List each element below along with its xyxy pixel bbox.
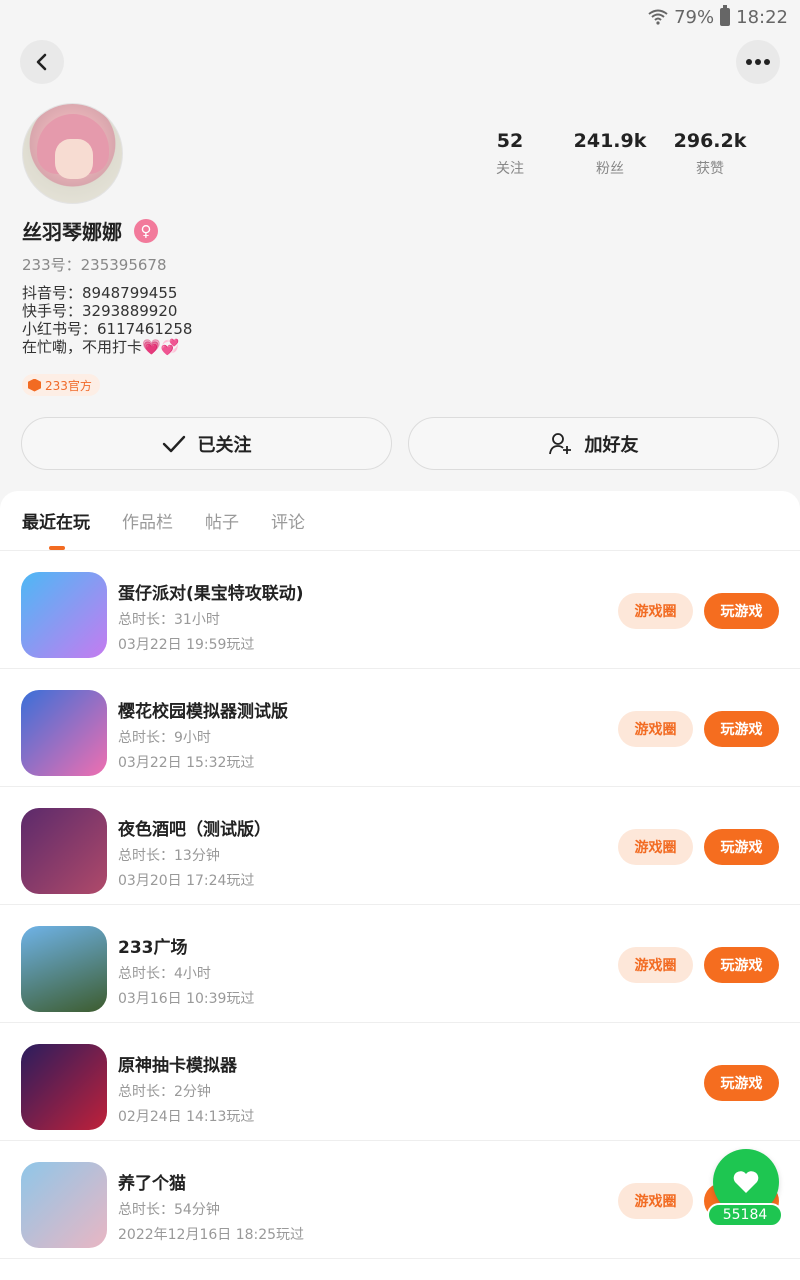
stat-followers[interactable]: 241.9k 粉丝 xyxy=(560,130,660,178)
play-game-button[interactable]: 玩游戏 xyxy=(704,1065,779,1101)
bio-line: 抖音号：8948799455 xyxy=(22,284,178,302)
stat-likes[interactable]: 296.2k 获赞 xyxy=(660,130,760,178)
game-last-played: 03月22日 15:32玩过 xyxy=(118,755,255,771)
tab-recent-played[interactable]: 最近在玩 xyxy=(22,508,90,533)
game-duration: 总时长：4小时 xyxy=(118,966,211,982)
bio-line: 在忙嘞，不用打卡💗💞 xyxy=(22,338,180,356)
game-icon[interactable] xyxy=(21,690,107,776)
game-row[interactable]: 养了个猫 总时长：54分钟 2022年12月16日 18:25玩过 游戏圈 玩游… xyxy=(0,1141,800,1259)
game-duration: 总时长：13分钟 xyxy=(118,848,220,864)
followed-label: 已关注 xyxy=(197,434,252,456)
game-circle-button[interactable]: 游戏圈 xyxy=(618,947,693,983)
game-icon[interactable] xyxy=(21,1162,107,1248)
game-name: 蛋仔派对(果宝特攻联动) xyxy=(118,584,304,604)
play-game-button[interactable]: 玩游戏 xyxy=(704,593,779,629)
game-icon[interactable] xyxy=(21,926,107,1012)
official-hex-icon xyxy=(28,378,41,392)
game-row[interactable]: 樱花校园模拟器测试版 总时长：9小时 03月22日 15:32玩过 游戏圈 玩游… xyxy=(0,669,800,787)
game-icon[interactable] xyxy=(21,1044,107,1130)
game-last-played: 02月24日 14:13玩过 xyxy=(118,1109,255,1125)
game-icon[interactable] xyxy=(21,808,107,894)
game-name: 233广场 xyxy=(118,938,188,958)
content-panel: 最近在玩 作品栏 帖子 评论 蛋仔派对(果宝特攻联动) 总时长：31小时 03月… xyxy=(0,491,800,1280)
avatar[interactable] xyxy=(22,103,123,204)
game-name: 夜色酒吧（测试版） xyxy=(118,820,271,840)
official-badge[interactable]: 233官方 xyxy=(22,374,100,396)
tab-indicator xyxy=(49,546,65,550)
game-circle-button[interactable]: 游戏圈 xyxy=(618,593,693,629)
status-bar: 79% 18:22 xyxy=(0,0,800,34)
chevron-left-icon xyxy=(36,53,47,71)
game-circle-button[interactable]: 游戏圈 xyxy=(618,1183,693,1219)
game-duration: 总时长：2分钟 xyxy=(118,1084,211,1100)
battery-percent: 79% xyxy=(674,6,715,28)
heart-icon xyxy=(733,1171,759,1193)
game-row[interactable]: 原神抽卡模拟器 总时长：2分钟 02月24日 14:13玩过 玩游戏 xyxy=(0,1023,800,1141)
tab-works[interactable]: 作品栏 xyxy=(122,508,173,533)
play-game-button[interactable]: 玩游戏 xyxy=(704,829,779,865)
more-button[interactable] xyxy=(736,40,780,84)
game-duration: 总时长：54分钟 xyxy=(118,1202,220,1218)
game-last-played: 03月16日 10:39玩过 xyxy=(118,991,255,1007)
floating-like-count: 55184 xyxy=(707,1203,783,1227)
game-row[interactable]: 233广场 总时长：4小时 03月16日 10:39玩过 游戏圈 玩游戏 xyxy=(0,905,800,1023)
stat-number: 296.2k xyxy=(673,130,747,152)
game-row[interactable]: 夜色酒吧（测试版） 总时长：13分钟 03月20日 17:24玩过 游戏圈 玩游… xyxy=(0,787,800,905)
add-user-icon xyxy=(548,432,571,454)
add-friend-button[interactable]: 加好友 xyxy=(408,417,779,470)
add-friend-label: 加好友 xyxy=(584,434,639,456)
official-badge-label: 233官方 xyxy=(45,378,92,393)
stat-label: 关注 xyxy=(496,161,524,177)
game-row[interactable]: 蛋仔派对(果宝特攻联动) 总时长：31小时 03月22日 19:59玩过 游戏圈… xyxy=(0,551,800,669)
game-circle-button[interactable]: 游戏圈 xyxy=(618,829,693,865)
back-button[interactable] xyxy=(20,40,64,84)
wifi-icon xyxy=(648,9,668,25)
bio-line: 小红书号：6117461258 xyxy=(22,320,193,338)
game-last-played: 03月22日 19:59玩过 xyxy=(118,637,255,653)
game-name: 原神抽卡模拟器 xyxy=(118,1056,237,1076)
more-dots-icon xyxy=(746,59,770,65)
stat-label: 粉丝 xyxy=(596,161,624,177)
stat-number: 241.9k xyxy=(573,130,647,152)
tab-posts[interactable]: 帖子 xyxy=(205,508,239,533)
stat-number: 52 xyxy=(496,130,524,152)
game-name: 养了个猫 xyxy=(118,1174,186,1194)
followed-button[interactable]: 已关注 xyxy=(21,417,392,470)
clock: 18:22 xyxy=(736,6,788,28)
game-circle-button[interactable]: 游戏圈 xyxy=(618,711,693,747)
nickname-row: 丝羽琴娜娜 ♀ xyxy=(22,216,158,245)
game-duration: 总时长：31小时 xyxy=(118,612,220,628)
game-icon[interactable] xyxy=(21,572,107,658)
battery-icon xyxy=(720,5,731,26)
user-id: 233号：235395678 xyxy=(22,256,167,274)
play-game-button[interactable]: 玩游戏 xyxy=(704,947,779,983)
stat-following[interactable]: 52 关注 xyxy=(460,130,560,178)
female-icon: ♀ xyxy=(134,218,158,243)
tab-bar: 最近在玩 作品栏 帖子 评论 xyxy=(0,491,800,551)
tab-comments[interactable]: 评论 xyxy=(271,508,305,533)
check-icon xyxy=(162,435,185,452)
game-name: 樱花校园模拟器测试版 xyxy=(118,702,288,722)
game-duration: 总时长：9小时 xyxy=(118,730,211,746)
stat-label: 获赞 xyxy=(696,161,724,177)
game-last-played: 2022年12月16日 18:25玩过 xyxy=(118,1227,305,1243)
game-last-played: 03月20日 17:24玩过 xyxy=(118,873,255,889)
nickname: 丝羽琴娜娜 xyxy=(22,220,122,244)
play-game-button[interactable]: 玩游戏 xyxy=(704,711,779,747)
bio: 抖音号：8948799455 快手号：3293889920 小红书号：61174… xyxy=(22,284,192,356)
stats-bar: 52 关注 241.9k 粉丝 296.2k 获赞 xyxy=(460,130,760,178)
bio-line: 快手号：3293889920 xyxy=(22,302,178,320)
